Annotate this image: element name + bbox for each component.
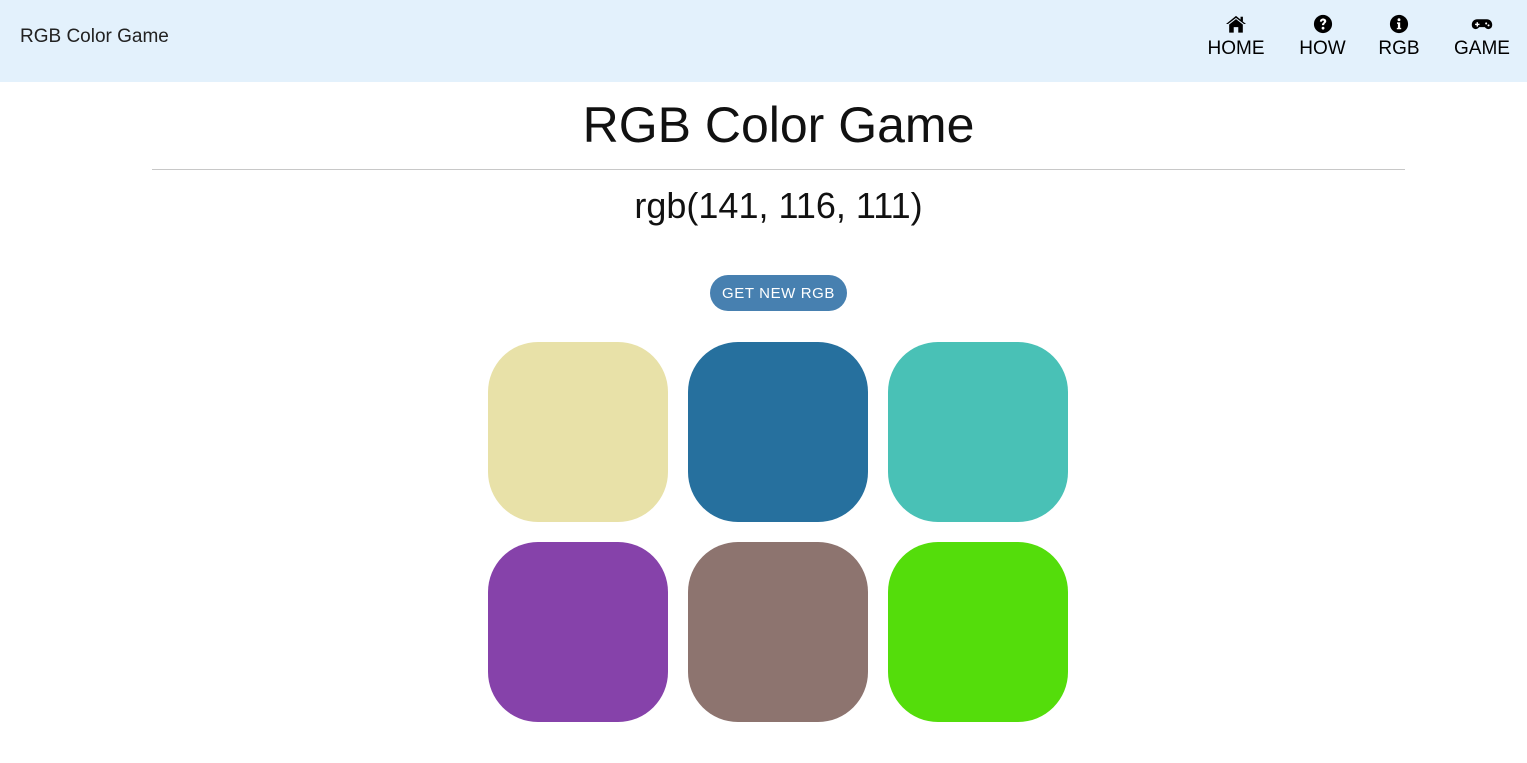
brand-link[interactable]: RGB Color Game (20, 26, 169, 48)
question-circle-icon (1313, 14, 1332, 34)
nav-menu: HOME HOW RGB GAME (1208, 14, 1510, 59)
home-icon (1226, 15, 1246, 33)
nav-item-home[interactable]: HOME (1207, 14, 1265, 59)
color-swatch[interactable] (888, 342, 1068, 522)
color-swatch[interactable] (688, 542, 868, 722)
color-swatch[interactable] (888, 542, 1068, 722)
nav-item-rgb[interactable]: RGB (1378, 14, 1420, 59)
page-title: RGB Color Game (582, 97, 975, 153)
get-new-rgb-button[interactable]: GET NEW RGB (710, 275, 847, 311)
nav-item-game[interactable]: GAME (1454, 14, 1510, 59)
navbar: RGB Color Game HOME HOW RGB GAME (0, 0, 1527, 82)
color-swatch-grid (488, 342, 1068, 722)
target-rgb-display: rgb(141, 116, 111) (634, 185, 923, 226)
gamepad-icon (1471, 19, 1493, 30)
nav-label-game: GAME (1454, 38, 1510, 59)
nav-label-how: HOW (1299, 38, 1346, 59)
nav-label-rgb: RGB (1378, 38, 1420, 59)
color-swatch[interactable] (488, 342, 668, 522)
nav-label-home: HOME (1207, 38, 1265, 59)
nav-item-how[interactable]: HOW (1299, 14, 1346, 59)
info-circle-icon (1389, 14, 1409, 34)
title-divider (152, 169, 1405, 170)
color-swatch[interactable] (488, 542, 668, 722)
color-swatch[interactable] (688, 342, 868, 522)
